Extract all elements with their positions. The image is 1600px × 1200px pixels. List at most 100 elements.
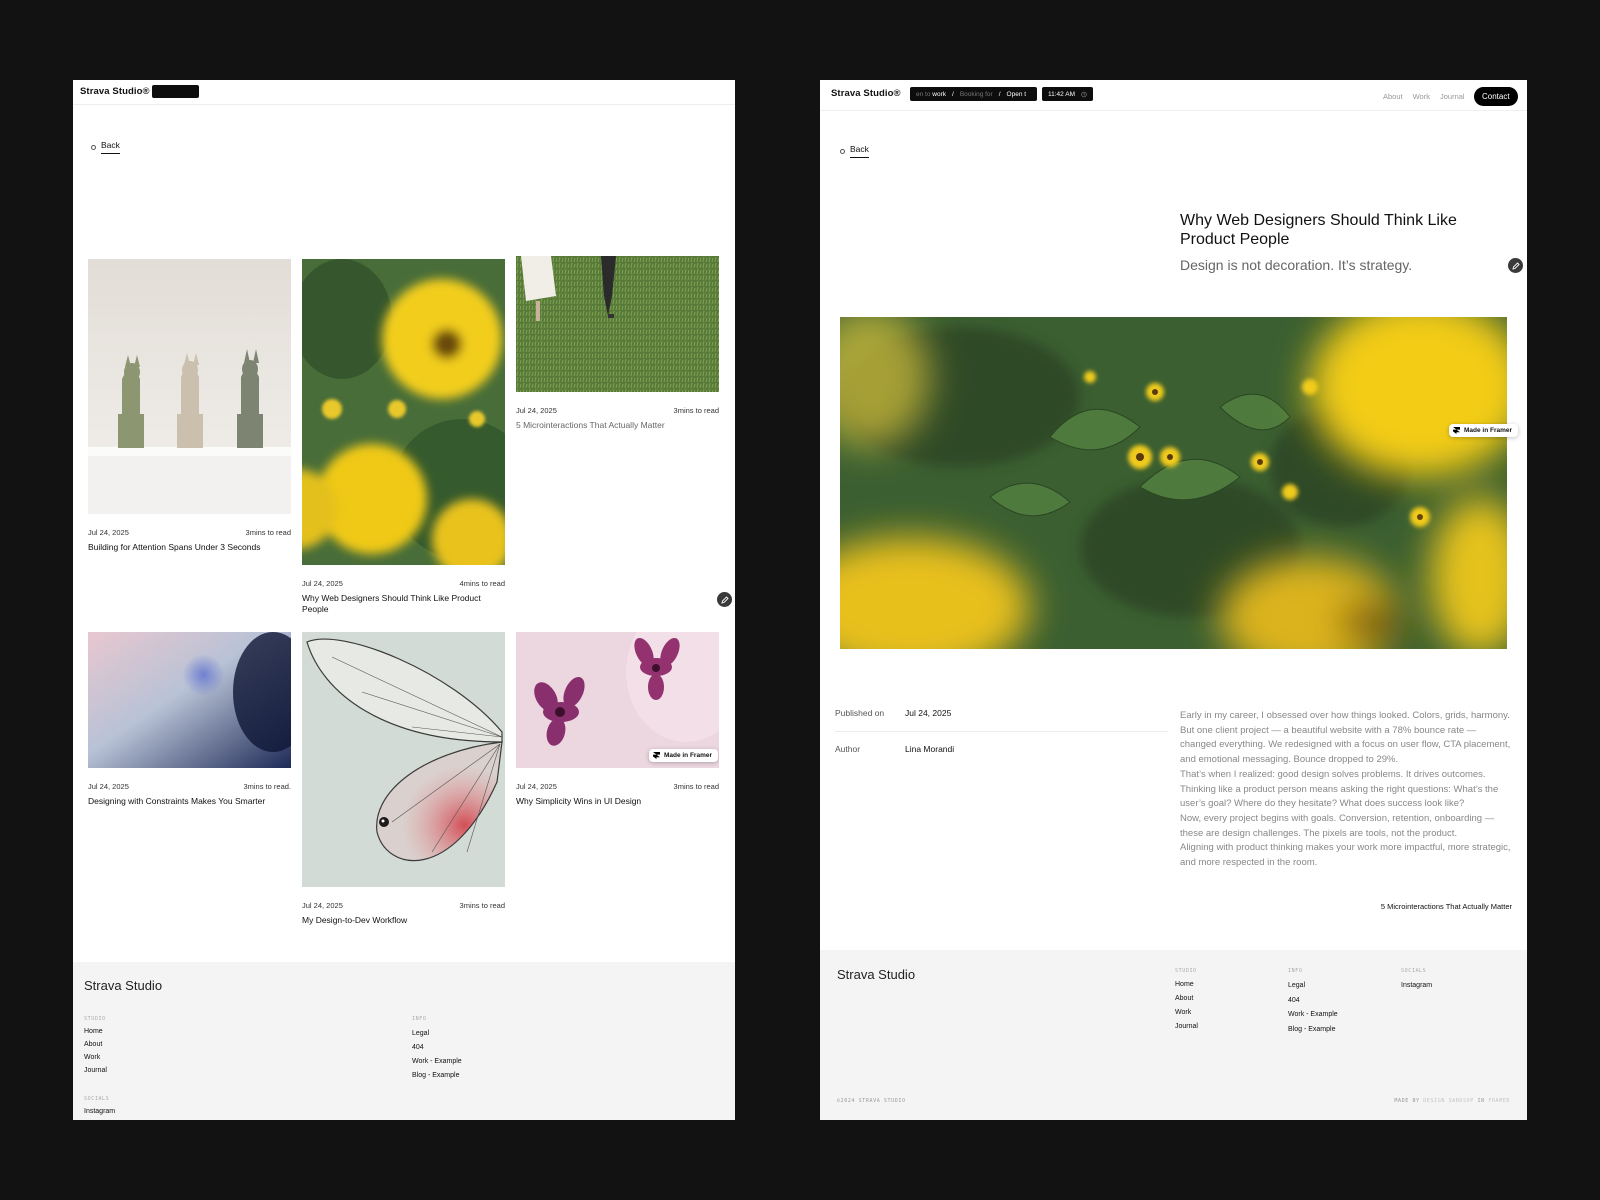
footer-heading-studio: STUDIO [84, 1016, 106, 1022]
meta-divider [835, 731, 1168, 732]
journal-list-page: Strava Studio® Back Jul 24, 2025 3mins to… [73, 80, 735, 1120]
footer-link-about[interactable]: About [84, 1038, 107, 1051]
article-paragraph: Aligning with product thinking makes you… [1180, 842, 1511, 869]
article-title: Why Web Designers Should Think Like Prod… [1180, 212, 1457, 248]
footer-copyright: ©2024 STRAVA STUDIO [837, 1098, 906, 1104]
footer-heading-info: INFO [1288, 968, 1303, 974]
author-label: Author [835, 744, 861, 754]
back-dot-icon [91, 144, 96, 150]
header-divider [73, 104, 735, 105]
brand-logo[interactable]: Strava Studio® [80, 86, 150, 97]
footer: Strava Studio STUDIO Home About Work Jou… [73, 962, 735, 1120]
post-read-time: 3mins to read. [243, 782, 291, 791]
footer-link-home[interactable]: Home [84, 1025, 107, 1038]
post-card[interactable]: Jul 24, 2025 3mins to read 5 Microinterac… [516, 256, 719, 431]
back-dot-icon [840, 148, 845, 154]
back-link[interactable]: Back [840, 144, 869, 158]
post-date: Jul 24, 2025 [302, 579, 343, 588]
post-thumbnail-sunflowers [302, 259, 505, 565]
post-thumbnail-abstract [88, 632, 291, 768]
post-card[interactable]: Jul 24, 2025 3mins to read Building for A… [88, 259, 291, 553]
footer-link-legal[interactable]: Legal [1288, 979, 1338, 994]
post-title: My Design-to-Dev Workflow [302, 915, 408, 925]
status-ticker: en to work / Booking for / Open t [910, 87, 1037, 101]
post-date: Jul 24, 2025 [516, 782, 557, 791]
article-page: Strava Studio® en to work / Booking for … [820, 80, 1527, 1120]
post-thumbnail-sculptures [88, 259, 291, 514]
credit-author-link[interactable]: DESIGN SANDSOP [1423, 1098, 1474, 1104]
article-body: Early in my career, I obsessed over how … [1180, 709, 1512, 871]
post-card[interactable]: Jul 24, 2025 3mins to read. Designing wit… [88, 632, 291, 807]
footer-social-links: Instagram [84, 1105, 115, 1118]
footer-studio-links: Home About Work Journal [84, 1025, 107, 1077]
footer-link-404[interactable]: 404 [412, 1041, 462, 1055]
footer-title: Strava Studio [84, 978, 163, 993]
ticker-text: Open t [1006, 90, 1027, 98]
back-label: Back [850, 144, 869, 158]
footer-link-legal[interactable]: Legal [412, 1027, 462, 1041]
footer-link-work[interactable]: Work [84, 1051, 107, 1064]
footer-link-instagram[interactable]: Instagram [84, 1105, 115, 1118]
badge-label: Made in Framer [1464, 427, 1513, 434]
article-paragraph: That’s when I realized: good design solv… [1180, 768, 1486, 780]
ticker-text: Booking for [959, 90, 993, 98]
footer-link-blog-example[interactable]: Blog - Example [1288, 1023, 1338, 1038]
back-link[interactable]: Back [91, 140, 120, 154]
post-date: Jul 24, 2025 [302, 901, 343, 910]
framer-logo-icon [1453, 427, 1460, 434]
clock-icon [1081, 91, 1087, 97]
post-title: Why Simplicity Wins in UI Design [516, 796, 642, 806]
nav-work[interactable]: Work [1413, 92, 1430, 101]
header-divider [820, 110, 1527, 111]
post-title: 5 Microinteractions That Actually Matter [516, 420, 665, 430]
footer-link-blog-example[interactable]: Blog - Example [412, 1069, 462, 1083]
footer-link-home[interactable]: Home [1175, 978, 1198, 992]
footer-link-about[interactable]: About [1175, 992, 1198, 1006]
nav-journal[interactable]: Journal [1440, 92, 1465, 101]
published-label: Published on [835, 708, 885, 718]
footer-heading-info: INFO [412, 1016, 427, 1022]
edit-icon[interactable] [717, 592, 732, 607]
status-ticker [152, 85, 199, 98]
published-row: Published on Jul 24, 2025 [835, 708, 1168, 718]
post-thumbnail-grass [516, 256, 719, 392]
post-card[interactable]: Jul 24, 2025 3mins to read My Design-to-D… [302, 632, 505, 926]
article-paragraph: Early in my career, I obsessed over how … [1180, 710, 1511, 766]
post-date: Jul 24, 2025 [516, 406, 557, 415]
footer-link-work[interactable]: Work [1175, 1006, 1198, 1020]
footer-link-404[interactable]: 404 [1288, 994, 1338, 1009]
made-in-framer-badge[interactable]: Made in Framer [1449, 424, 1519, 437]
nav-about[interactable]: About [1383, 92, 1403, 101]
article-paragraph: Now, every project begins with goals. Co… [1180, 812, 1495, 839]
ticker-text: work [932, 90, 947, 98]
post-title: Designing with Constraints Makes You Sma… [88, 796, 266, 806]
post-card[interactable]: Made in Framer Jul 24, 2025 3mins to read… [516, 632, 719, 807]
author-value: Lina Morandi [905, 744, 955, 754]
edit-icon[interactable] [1508, 258, 1523, 273]
post-card[interactable]: Jul 24, 2025 4mins to read Why Web Design… [302, 259, 505, 615]
footer-heading-studio: STUDIO [1175, 968, 1197, 974]
footer-link-journal[interactable]: Journal [84, 1064, 107, 1077]
credit-framer-link[interactable]: FRAMER [1488, 1098, 1510, 1104]
post-date: Jul 24, 2025 [88, 528, 129, 537]
credit-text: MADE BY [1394, 1098, 1420, 1104]
contact-button[interactable]: Contact [1474, 87, 1518, 106]
post-thumbnail-butterfly [302, 632, 505, 887]
next-article-link[interactable]: 5 Microinteractions That Actually Matter [1381, 902, 1512, 911]
footer-link-work-example[interactable]: Work - Example [1288, 1008, 1338, 1023]
post-date: Jul 24, 2025 [88, 782, 129, 791]
made-in-framer-badge[interactable]: Made in Framer [648, 749, 718, 762]
post-title: Why Web Designers Should Think Like Prod… [302, 593, 481, 614]
footer-link-work-example[interactable]: Work - Example [412, 1055, 462, 1069]
footer-link-instagram[interactable]: Instagram [1401, 979, 1432, 992]
footer-info-links: Legal 404 Work - Example Blog - Example [412, 1027, 462, 1083]
author-row: Author Lina Morandi [835, 744, 1168, 754]
post-read-time: 3mins to read [673, 406, 719, 415]
article-paragraph: Thinking like a product person means ask… [1180, 783, 1499, 810]
post-read-time: 3mins to read [459, 901, 505, 910]
footer-heading-socials: SOCIALS [84, 1096, 110, 1102]
footer-info-links: Legal 404 Work - Example Blog - Example [1288, 979, 1338, 1037]
footer-link-journal[interactable]: Journal [1175, 1020, 1198, 1034]
post-title: Building for Attention Spans Under 3 Sec… [88, 542, 261, 552]
brand-logo[interactable]: Strava Studio® [831, 88, 901, 99]
